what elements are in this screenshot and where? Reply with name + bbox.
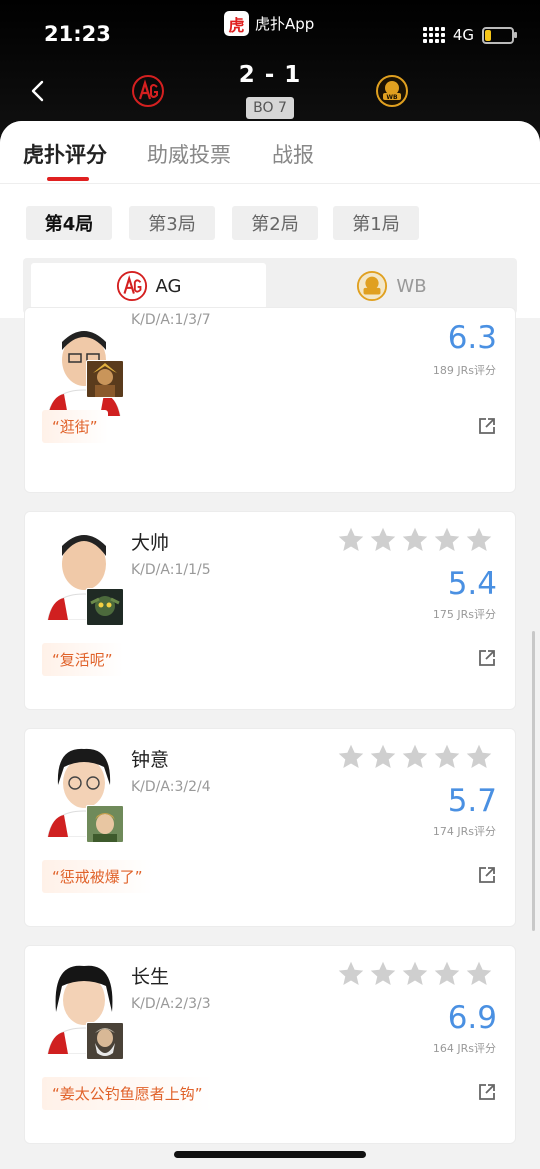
svg-text:WB: WB: [386, 94, 398, 101]
player-comment: “复活呢”: [42, 643, 123, 676]
player-comment: “姜太公钓鱼愿者上钩”: [42, 1077, 213, 1110]
player-card[interactable]: 长生 K/D/A:2/3/3 6.9 164 JRs评分 “姜太公钓鱼愿者上钩”: [24, 945, 516, 1144]
match-score: 2 - 1: [238, 62, 302, 88]
team-option-label: AG: [155, 275, 182, 297]
hero-portrait-icon: [86, 1022, 124, 1060]
player-comment: “逛街”: [42, 410, 108, 443]
signal-icon: [422, 27, 445, 43]
player-vote-count: 174 JRs评分: [432, 825, 496, 838]
team-option-wb[interactable]: WB: [274, 263, 509, 309]
player-score: 6.3: [447, 320, 497, 356]
player-kda: K/D/A:1/3/7: [131, 312, 211, 328]
game-chip-2[interactable]: 第2局: [232, 206, 318, 240]
rating-stars[interactable]: [337, 960, 493, 988]
star-icon[interactable]: [433, 743, 461, 771]
status-time: 21:23: [44, 22, 111, 46]
wb-team-logo-icon[interactable]: WB: [375, 74, 409, 108]
star-icon[interactable]: [465, 960, 493, 988]
external-link-icon[interactable]: [477, 865, 497, 885]
active-tab-indicator: [47, 177, 89, 181]
star-icon[interactable]: [337, 743, 365, 771]
star-icon[interactable]: [401, 526, 429, 554]
match-format-badge: BO 7: [246, 97, 294, 119]
star-icon[interactable]: [337, 526, 365, 554]
ag-team-logo-icon: [116, 270, 147, 302]
team-option-label: WB: [396, 275, 427, 297]
content-panel: 虎扑评分 助威投票 战报 第4局 第3局 第2局 第1局 AG WB K/D/A…: [0, 121, 540, 1169]
player-score: 6.9: [447, 1000, 497, 1036]
battery-level: [485, 29, 491, 41]
team-switch: AG WB: [23, 258, 517, 314]
status-indicators: 4G: [422, 26, 517, 44]
star-icon[interactable]: [369, 960, 397, 988]
external-link-icon[interactable]: [477, 1082, 497, 1102]
tab-bar: 虎扑评分 助威投票 战报: [0, 121, 540, 184]
star-icon[interactable]: [401, 960, 429, 988]
app-logo-glyph: 虎: [228, 15, 245, 35]
hero-portrait-icon: [86, 805, 124, 843]
player-vote-count: 189 JRs评分: [432, 364, 496, 377]
game-chip-1[interactable]: 第1局: [333, 206, 419, 240]
player-vote-count: 175 JRs评分: [432, 608, 496, 621]
external-link-icon[interactable]: [477, 416, 497, 436]
star-icon[interactable]: [465, 743, 493, 771]
game-selector: 第4局 第3局 第2局 第1局 AG WB: [0, 184, 540, 318]
player-name: 大帅: [131, 532, 170, 554]
star-icon[interactable]: [401, 743, 429, 771]
wb-team-logo-icon: [357, 270, 388, 302]
player-vote-count: 164 JRs评分: [432, 1042, 496, 1055]
app-logo-icon: 虎: [224, 11, 249, 36]
star-icon[interactable]: [337, 960, 365, 988]
home-indicator[interactable]: [174, 1151, 366, 1158]
battery-icon: [482, 26, 517, 44]
tab-report[interactable]: 战报: [272, 139, 314, 169]
network-type: 4G: [452, 26, 474, 44]
player-name: 钟意: [131, 749, 170, 771]
player-kda: K/D/A:2/3/3: [131, 996, 211, 1012]
team-option-ag[interactable]: AG: [31, 263, 266, 309]
scrollbar[interactable]: [532, 631, 535, 931]
app-indicator[interactable]: 虎 虎扑App: [224, 11, 314, 36]
player-score: 5.4: [447, 566, 497, 602]
hero-portrait-icon: [86, 588, 124, 626]
star-icon[interactable]: [369, 526, 397, 554]
player-kda: K/D/A:3/2/4: [131, 779, 211, 795]
star-icon[interactable]: [369, 743, 397, 771]
app-name: 虎扑App: [255, 15, 315, 33]
hero-portrait-icon: [86, 360, 124, 398]
rating-stars[interactable]: [337, 743, 493, 771]
game-chip-4[interactable]: 第4局: [26, 206, 112, 240]
player-name: 长生: [131, 966, 170, 988]
rating-stars[interactable]: [337, 526, 493, 554]
star-icon[interactable]: [433, 960, 461, 988]
star-icon[interactable]: [465, 526, 493, 554]
player-card[interactable]: 钟意 K/D/A:3/2/4 5.7 174 JRs评分 “惩戒被爆了”: [24, 728, 516, 927]
external-link-icon[interactable]: [477, 648, 497, 668]
player-card[interactable]: 大帅 K/D/A:1/1/5 5.4 175 JRs评分 “复活呢”: [24, 511, 516, 710]
game-chip-3[interactable]: 第3局: [129, 206, 215, 240]
player-score: 5.7: [447, 783, 497, 819]
player-comment: “惩戒被爆了”: [42, 860, 153, 893]
player-kda: K/D/A:1/1/5: [131, 562, 211, 578]
tab-cheer-vote[interactable]: 助威投票: [147, 139, 231, 169]
star-icon[interactable]: [433, 526, 461, 554]
tab-rating[interactable]: 虎扑评分: [23, 139, 107, 169]
player-card[interactable]: K/D/A:1/3/7 6.3 189 JRs评分 “逛街”: [24, 307, 516, 493]
